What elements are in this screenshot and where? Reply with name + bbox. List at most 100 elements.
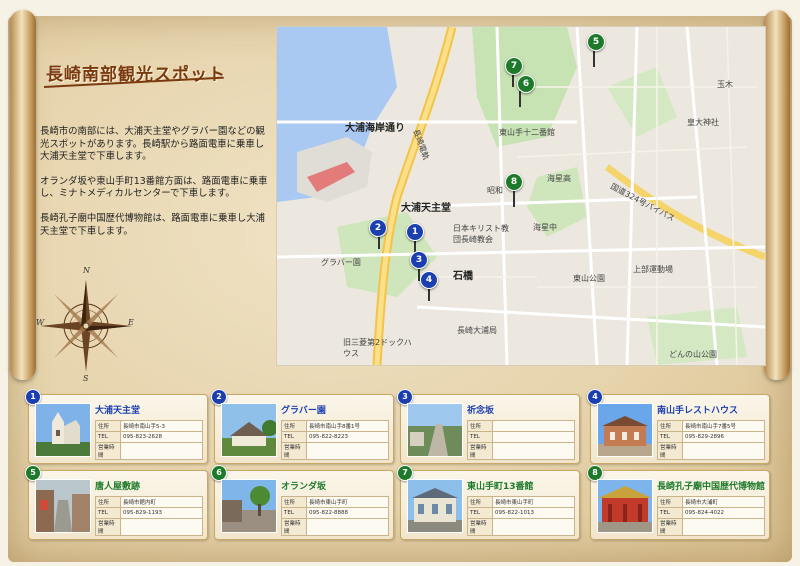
map-label-donnoyama: どんの山公園 [669,350,717,359]
marker-pin [593,51,595,67]
spot-address: 長崎市館内町 [120,496,203,508]
spot-photo [407,479,463,533]
intro-paragraph: 長崎市の南部には、大浦天主堂やグラバー園などの観光スポットがあります。長崎駅から… [40,126,265,163]
map-marker-5[interactable]: 5 [587,33,605,51]
spot-tel: 095-823-2628 [120,431,203,443]
spot-tel: 095-829-1193 [120,507,203,519]
hours-label: 営業時間 [657,518,683,536]
spot-card-6[interactable]: 6 オランダ坂 住所 長崎市東山手町 TEL 095-822-8888 営業時間 [211,465,394,540]
map-label-ishibashi: 石橋 [453,271,473,282]
spot-tel: 095-824-4022 [682,507,765,519]
hours-label: 営業時間 [95,518,121,536]
map-label-oura-kaigan: 大浦海岸通り [345,123,405,134]
hours-label: 営業時間 [281,442,307,460]
address-label: 住所 [95,496,121,508]
spot-photo [221,479,277,533]
spot-info-table: 住所 長崎市南山手7番5号 TEL 095-829-2896 営業時間 [657,420,765,460]
compass-south: S [83,374,89,383]
spot-info-table: 住所 長崎市南山手8番1号 TEL 095-822-8223 営業時間 [281,420,389,460]
intro-paragraph: 長崎孔子廟中国歴代博物館は、路面電車に乗車し大浦天主堂で下車します。 [40,212,266,237]
tel-label: TEL [657,507,683,519]
tel-label: TEL [467,431,493,443]
spot-tel: 095-822-8223 [306,431,389,443]
tel-label: TEL [281,431,307,443]
spot-address: 長崎市東山手町 [492,496,575,508]
spot-address [492,420,575,432]
hours-label: 営業時間 [657,442,683,460]
spot-address: 長崎市南山手7番5号 [682,420,765,432]
hours-label: 営業時間 [281,518,307,536]
map-marker-6[interactable]: 6 [517,75,535,93]
map-label-kaiseichu: 海星中 [533,223,557,232]
address-label: 住所 [657,420,683,432]
marker-pin [513,191,515,207]
spot-info-table: 住所 長崎市館内町 TEL 095-829-1193 営業時間 [95,496,203,536]
spot-tel: 095-822-8888 [306,507,389,519]
spot-card-5[interactable]: 5 唐人屋敷跡 住所 長崎市館内町 TEL 095-829-1193 営業時間 [25,465,208,540]
spot-photo [407,403,463,457]
address-label: 住所 [657,496,683,508]
hours-label: 営業時間 [467,442,493,460]
map-label-nagasaki-oura: 長崎大浦局 [457,326,497,335]
spot-name: 東山手町13番館 [467,482,534,492]
spot-hours [120,442,203,460]
spot-hours [682,518,765,536]
tel-label: TEL [281,507,307,519]
spot-hours [306,442,389,460]
spot-card-7[interactable]: 7 東山手町13番館 住所 長崎市東山手町 TEL 095-822-1013 営業時… [397,465,580,540]
map-marker-7[interactable]: 7 [505,57,523,75]
spot-card-4[interactable]: 4 南山手レストハウス 住所 長崎市南山手7番5号 TEL 095-829-2896… [587,389,770,464]
spot-hours [682,442,765,460]
map-label-glover: グラバー園 [321,258,361,267]
spot-tel: 095-822-1013 [492,507,575,519]
spot-address: 長崎市南山手5-3 [120,420,203,432]
hours-label: 営業時間 [95,442,121,460]
spot-card-3[interactable]: 3 祈念坂 住所 TEL 営業時間 [397,389,580,464]
map-marker-2[interactable]: 2 [369,219,387,237]
tel-label: TEL [95,431,121,443]
spot-hours [492,442,575,460]
address-label: 住所 [281,420,307,432]
spot-photo [221,403,277,457]
tel-label: TEL [95,507,121,519]
spot-name: オランダ坂 [281,482,327,492]
spot-address: 長崎市南山手8番1号 [306,420,389,432]
address-label: 住所 [467,496,493,508]
area-map[interactable]: 大浦海岸通り 長崎電軌 大浦天主堂 石橋 グラバー園 東山手十二番館 海星高 海… [276,26,766,366]
spot-photo [35,403,91,457]
intro-paragraph: オランダ坂や東山手町13番館方面は、路面電車に乗車し、ミナトメディカルセンターで… [40,175,268,200]
spot-info-table: 住所 長崎市東山手町 TEL 095-822-8888 営業時間 [281,496,389,536]
scroll-roll-right [764,10,790,380]
map-label-oura-tenshudo: 大浦天主堂 [401,203,451,214]
spot-name: 南山手レストハウス [657,406,739,416]
map-label-higashiyamate: 東山手十二番館 [499,128,555,137]
hours-label: 営業時間 [467,518,493,536]
address-label: 住所 [281,496,307,508]
map-marker-1[interactable]: 1 [406,223,424,241]
spot-info-table: 住所 長崎市東山手町 TEL 095-822-1013 営業時間 [467,496,575,536]
spot-card-2[interactable]: 2 グラバー園 住所 長崎市南山手8番1号 TEL 095-822-8223 営業時… [211,389,394,464]
intro-text: 長崎市の南部には、大浦天主堂やグラバー園などの観光スポットがあります。長崎駅から… [40,126,268,250]
map-marker-8[interactable]: 8 [505,173,523,191]
marker-pin [519,91,521,107]
map-marker-4[interactable]: 4 [420,271,438,289]
map-label-tamagi: 玉木 [717,80,733,89]
spot-card-8[interactable]: 8 長崎孔子廟中国歴代博物館 住所 長崎市大浦町 TEL 095-824-4022 … [587,465,770,540]
spot-card-1[interactable]: 1 大浦天主堂 住所 長崎市南山手5-3 TEL 095-823-2628 営業時間 [25,389,208,464]
compass-east: E [128,318,134,327]
page: 長崎南部観光スポット 長崎市の南部には、大浦天主堂やグラバー園などの観光スポット… [0,0,800,566]
spot-name: 唐人屋敷跡 [95,482,141,492]
spot-hours [492,518,575,536]
spot-info-table: 住所 長崎市南山手5-3 TEL 095-823-2628 営業時間 [95,420,203,460]
map-label-kaiseiko: 海星高 [547,174,571,183]
map-label-higashiyama-park: 東山公園 [573,274,605,283]
tel-label: TEL [657,431,683,443]
map-label-showa: 昭和 [487,186,503,195]
map-marker-3[interactable]: 3 [410,251,428,269]
spot-info-table: 住所 長崎市大浦町 TEL 095-824-4022 営業時間 [657,496,765,536]
spot-name: 祈念坂 [467,406,495,416]
spot-hours [306,518,389,536]
address-label: 住所 [467,420,493,432]
spot-tel: 095-829-2896 [682,431,765,443]
spot-name: グラバー園 [281,406,326,416]
